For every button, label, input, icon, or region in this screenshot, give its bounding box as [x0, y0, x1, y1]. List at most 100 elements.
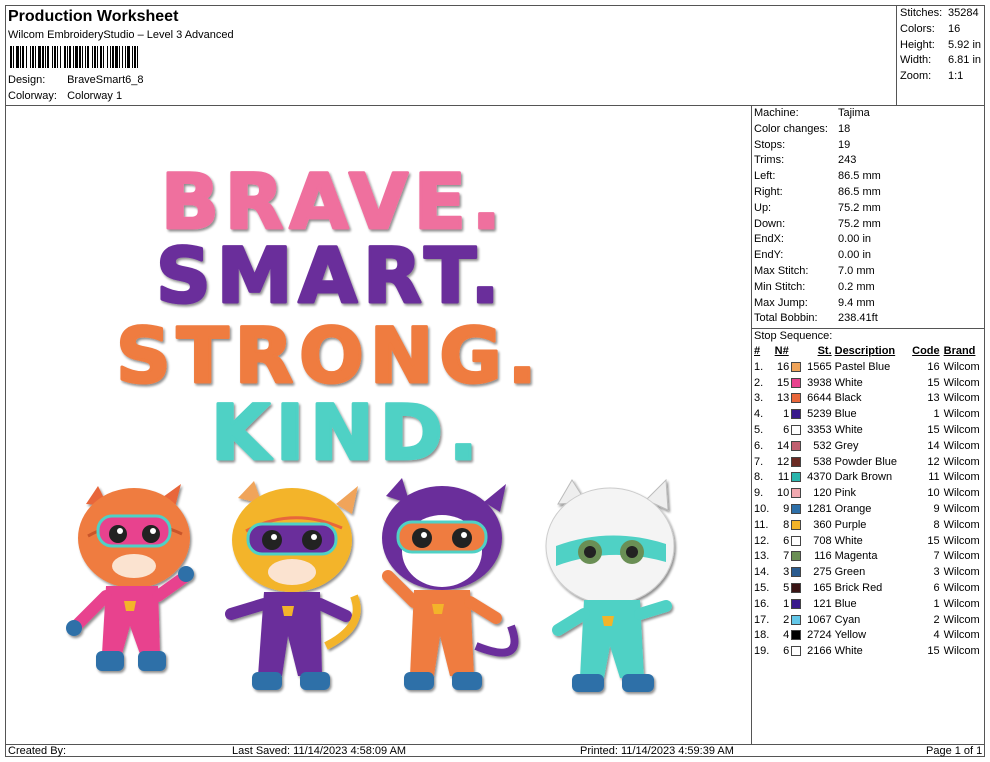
- machine-value: 0.00 in: [838, 233, 872, 246]
- row-brand: Wilcom: [943, 487, 980, 500]
- summary-label: Colors:: [900, 22, 935, 35]
- col-brand: Brand: [943, 345, 976, 357]
- design-label: Design:: [8, 74, 46, 86]
- summary-value: 35284: [948, 7, 979, 19]
- machine-label: Left:: [754, 170, 776, 183]
- created-by: Created By:: [8, 745, 67, 757]
- swatch-box: [791, 630, 802, 641]
- table-row: 14. 3 275 Green 3 Wilcom: [754, 565, 985, 581]
- row-description: Grey: [834, 439, 859, 452]
- row-stitches: 360: [813, 518, 832, 531]
- table-header-row: # N# St. Description Code Brand: [754, 344, 985, 360]
- row-index: 11.: [754, 518, 769, 531]
- row-index: 13.: [754, 550, 770, 563]
- machine-label: Total Bobbin:: [754, 312, 818, 325]
- row-code: 11: [928, 471, 940, 484]
- swatch-box: [791, 551, 802, 562]
- machine-value: 86.5 mm: [838, 170, 881, 183]
- table-row: 7. 12 538 Powder Blue 12 Wilcom: [754, 455, 985, 471]
- swatch-box: [791, 488, 802, 499]
- row-needle: 6: [783, 423, 790, 436]
- col-stitches: St.: [817, 345, 832, 357]
- row-needle: 1: [783, 597, 790, 610]
- row-index: 8.: [754, 471, 764, 484]
- row-description: Orange: [834, 502, 872, 515]
- row-stitches: 708: [813, 534, 832, 547]
- cat-teal: [545, 478, 675, 692]
- machine-row: Total Bobbin: 238.41ft: [752, 311, 985, 327]
- machine-row: Max Jump: 9.4 mm: [752, 296, 985, 312]
- color-swatch: [791, 455, 805, 471]
- color-swatch: [791, 644, 805, 660]
- swatch-box: [791, 472, 802, 483]
- row-code: 4: [933, 629, 940, 642]
- summary-row: Colors: 16: [897, 22, 985, 38]
- table-row: 18. 4 2724 Yellow 4 Wilcom: [754, 628, 985, 644]
- machine-value: 19: [838, 138, 851, 151]
- swatch-box: [791, 646, 802, 657]
- row-brand: Wilcom: [943, 392, 980, 405]
- table-row: 1. 16 1565 Pastel Blue 16 Wilcom: [754, 360, 985, 376]
- row-index: 19.: [754, 645, 770, 658]
- summary-row: Zoom: 1:1: [897, 69, 985, 85]
- design-value: BraveSmart6_8: [67, 74, 144, 86]
- table-row: 19. 6 2166 White 15 Wilcom: [754, 644, 985, 660]
- swatch-box: [791, 456, 802, 467]
- machine-row: Left: 86.5 mm: [752, 169, 985, 185]
- row-description: Black: [834, 392, 862, 405]
- row-index: 9.: [754, 487, 764, 500]
- production-worksheet: Production Worksheet Wilcom EmbroiderySt…: [5, 5, 985, 757]
- machine-label: Color changes:: [754, 122, 828, 135]
- color-swatch: [791, 534, 805, 550]
- swatch-box: [791, 425, 802, 436]
- machine-value: 86.5 mm: [838, 185, 881, 198]
- row-index: 4.: [754, 408, 764, 421]
- color-swatch: [791, 391, 805, 407]
- col-needle: N#: [774, 345, 789, 357]
- word-smart: SMART.: [156, 231, 505, 320]
- row-needle: 8: [783, 518, 790, 531]
- row-stitches: 4370: [807, 471, 832, 484]
- summary-row: Stitches: 35284: [897, 6, 985, 22]
- machine-row: Min Stitch: 0.2 mm: [752, 280, 985, 296]
- swatch-box: [791, 361, 802, 372]
- row-stitches: 121: [813, 597, 832, 610]
- row-code: 7: [933, 550, 940, 563]
- row-description: Dark Brown: [834, 471, 893, 484]
- color-swatch: [791, 470, 805, 486]
- row-stitches: 1565: [807, 360, 832, 373]
- machine-value: 0.00 in: [838, 249, 872, 262]
- table-row: 11. 8 360 Purple 8 Wilcom: [754, 518, 985, 534]
- row-index: 7.: [754, 455, 764, 468]
- machine-value: 9.4 mm: [838, 296, 875, 309]
- row-stitches: 532: [813, 439, 832, 452]
- row-brand: Wilcom: [943, 645, 980, 658]
- software-name: Wilcom EmbroideryStudio – Level 3 Advanc…: [8, 29, 234, 41]
- row-code: 3: [933, 566, 940, 579]
- row-index: 15.: [754, 581, 770, 594]
- row-code: 13: [927, 392, 940, 405]
- row-code: 2: [933, 613, 940, 626]
- row-brand: Wilcom: [943, 629, 980, 642]
- machine-row: Max Stitch: 7.0 mm: [752, 264, 985, 280]
- row-description: Cyan: [834, 613, 861, 626]
- barcode: [10, 46, 230, 68]
- row-description: White: [834, 645, 863, 658]
- summary-value: 6.81 in: [948, 54, 982, 67]
- summary-row: Height: 5.92 in: [897, 38, 985, 54]
- summary-row: Width: 6.81 in: [897, 53, 985, 69]
- color-swatch: [791, 376, 805, 392]
- row-needle: 15: [777, 376, 790, 389]
- row-code: 6: [933, 581, 940, 594]
- colorway-value: Colorway 1: [67, 90, 123, 102]
- last-saved: Last Saved: 11/14/2023 4:58:09 AM: [232, 745, 407, 757]
- swatch-box: [791, 519, 802, 530]
- table-row: 17. 2 1067 Cyan 2 Wilcom: [754, 613, 985, 629]
- row-code: 16: [927, 360, 940, 373]
- summary-value: 16: [948, 22, 961, 35]
- color-swatch: [791, 407, 805, 423]
- table-row: 4. 1 5239 Blue 1 Wilcom: [754, 407, 985, 423]
- row-index: 6.: [754, 439, 764, 452]
- row-needle: 2: [783, 613, 790, 626]
- row-index: 17.: [754, 613, 770, 626]
